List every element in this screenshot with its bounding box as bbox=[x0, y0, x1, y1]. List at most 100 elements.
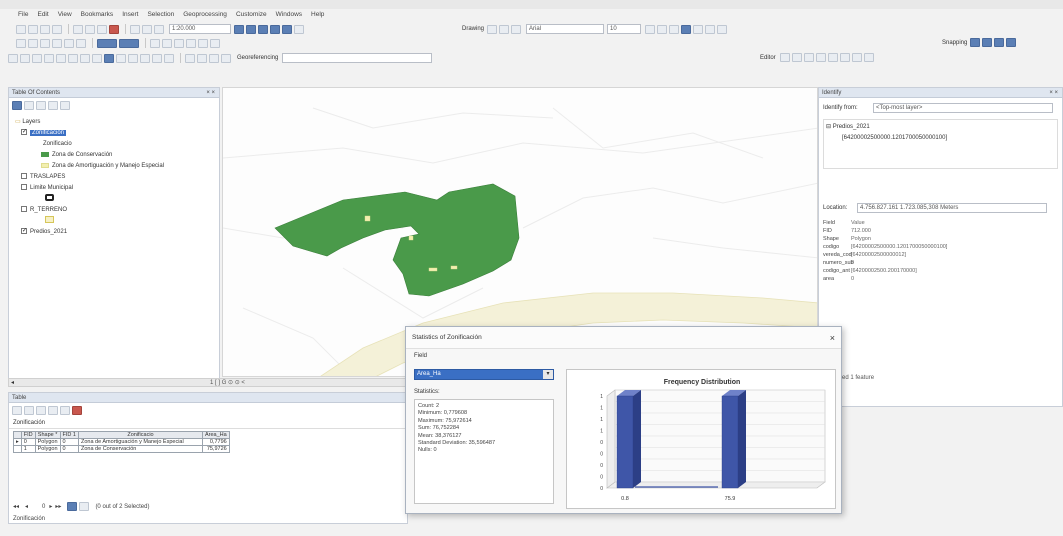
add-data-icon[interactable] bbox=[154, 24, 164, 34]
globe-icon[interactable] bbox=[44, 53, 54, 63]
layer-visibility-checkbox[interactable] bbox=[21, 184, 27, 191]
layer-name[interactable]: Limite Municipal bbox=[30, 185, 73, 191]
python-icon[interactable] bbox=[294, 24, 304, 34]
layer-name-selected[interactable]: Zonificación bbox=[30, 130, 67, 136]
identify-tool-icon[interactable] bbox=[186, 38, 196, 48]
edit-tool-icon[interactable] bbox=[185, 53, 195, 63]
tree-root-label[interactable]: Predios_2021 bbox=[833, 124, 870, 130]
select-by-attributes-icon[interactable] bbox=[36, 406, 46, 415]
row-selector[interactable]: ▸ bbox=[13, 438, 22, 446]
menu-geoprocessing[interactable]: Geoprocessing bbox=[183, 11, 227, 18]
redo-icon[interactable] bbox=[142, 24, 152, 34]
catalog-icon[interactable] bbox=[258, 24, 268, 34]
menu-selection[interactable]: Selection bbox=[147, 11, 174, 18]
marker-color-icon[interactable] bbox=[717, 24, 728, 34]
text-icon[interactable] bbox=[511, 24, 522, 34]
tree-child-label[interactable]: [64200002500000.1201700050000100] bbox=[842, 135, 947, 141]
conservation-zone-polygon[interactable] bbox=[274, 183, 520, 297]
point-snap-icon[interactable] bbox=[970, 38, 981, 47]
attribute-row[interactable]: area 0 bbox=[823, 275, 1058, 283]
find-icon[interactable] bbox=[198, 38, 208, 48]
toc-layer-zonificacion[interactable]: Zonificación bbox=[15, 128, 219, 139]
tree-root[interactable]: ⊟ Predios_2021 bbox=[826, 122, 1055, 133]
select-elements-icon[interactable] bbox=[487, 24, 498, 34]
layer-visibility-checkbox[interactable] bbox=[21, 206, 27, 213]
select-elements-icon-2[interactable] bbox=[174, 38, 184, 48]
attribute-row[interactable]: codigo_ant [64200002500.200170000] bbox=[823, 267, 1058, 275]
menu-customize[interactable]: Customize bbox=[236, 11, 267, 18]
zoom-out-icon[interactable] bbox=[28, 38, 38, 48]
info-icon[interactable] bbox=[104, 53, 114, 63]
attribute-row[interactable]: Shape Polygon bbox=[823, 235, 1058, 243]
attribute-row[interactable]: vereda_cod [64200002500000012] bbox=[823, 251, 1058, 259]
chevron-down-icon[interactable]: ▾ bbox=[543, 370, 553, 379]
trace-icon[interactable] bbox=[803, 53, 814, 62]
search-icon[interactable] bbox=[270, 24, 280, 34]
layer-name[interactable]: R_TERRENO bbox=[30, 207, 67, 213]
new-icon[interactable] bbox=[16, 24, 26, 34]
tree-child[interactable]: [64200002500000.1201700050000100] bbox=[826, 133, 1055, 144]
cut-icon[interactable] bbox=[73, 24, 83, 34]
toc-layer-predios[interactable]: Predios_2021 bbox=[15, 227, 219, 238]
layer-name[interactable]: Predios_2021 bbox=[30, 229, 67, 235]
attributes-icon[interactable] bbox=[839, 53, 850, 62]
sketch-icon[interactable] bbox=[197, 53, 207, 63]
identify-from-select[interactable]: <Top-most layer> bbox=[873, 103, 1053, 113]
find-tool-icon[interactable] bbox=[116, 53, 126, 63]
split-icon[interactable] bbox=[815, 53, 826, 62]
column-header[interactable]: Area_Ha bbox=[201, 431, 230, 439]
prev-record-icon[interactable]: ◂ bbox=[25, 503, 28, 510]
underline-icon[interactable] bbox=[669, 24, 680, 34]
clear-selection-icon[interactable] bbox=[162, 38, 172, 48]
last-record-icon[interactable]: ▸▸ bbox=[55, 503, 61, 510]
layer-visibility-checkbox[interactable] bbox=[21, 173, 27, 180]
related-tables-icon[interactable] bbox=[24, 406, 34, 415]
toc-layer-traslapes[interactable]: TRASLAPES bbox=[15, 172, 219, 183]
create-features-icon[interactable] bbox=[863, 53, 874, 62]
print-icon[interactable] bbox=[52, 24, 62, 34]
toc-options-icon[interactable] bbox=[60, 101, 70, 110]
map-horizontal-scrollbar[interactable]: ◂ 1 [ ] G ⊙ ⊙ < bbox=[8, 378, 408, 387]
column-header[interactable]: Shape * bbox=[34, 431, 61, 439]
italic-icon[interactable] bbox=[657, 24, 668, 34]
route-icon[interactable] bbox=[210, 38, 220, 48]
html-popup-icon[interactable] bbox=[152, 53, 162, 63]
edge-snap-icon[interactable] bbox=[1006, 38, 1017, 47]
delete-icon[interactable] bbox=[109, 24, 119, 34]
menu-bookmarks[interactable]: Bookmarks bbox=[81, 11, 114, 18]
scale-combo[interactable]: 1:20.000 bbox=[169, 24, 231, 34]
extent-icon[interactable] bbox=[56, 53, 66, 63]
paste-icon[interactable] bbox=[97, 24, 107, 34]
layout-view-icon[interactable] bbox=[97, 38, 117, 48]
attribute-row[interactable]: FID 712.000 bbox=[823, 227, 1058, 235]
show-selected-records-icon[interactable] bbox=[79, 502, 90, 511]
time-slider-icon[interactable] bbox=[164, 53, 174, 63]
drawing-label[interactable]: Drawing bbox=[462, 26, 484, 32]
vertex-snap-icon[interactable] bbox=[994, 38, 1005, 47]
arctoolbox-icon[interactable] bbox=[282, 24, 292, 34]
next-record-icon[interactable]: ▸ bbox=[49, 503, 52, 510]
menu-help[interactable]: Help bbox=[311, 11, 324, 18]
list-by-source-icon[interactable] bbox=[24, 101, 34, 110]
first-record-icon[interactable]: ◂◂ bbox=[13, 503, 19, 510]
zoom-out-tool-icon[interactable] bbox=[20, 53, 30, 63]
layer-name[interactable]: TRASLAPES bbox=[30, 174, 65, 180]
back-icon[interactable] bbox=[68, 53, 78, 63]
font-color-icon[interactable] bbox=[681, 24, 692, 34]
menu-windows[interactable]: Windows bbox=[276, 11, 302, 18]
forward-icon[interactable] bbox=[80, 53, 90, 63]
open-icon[interactable] bbox=[28, 24, 38, 34]
current-record[interactable]: 0 bbox=[42, 504, 45, 510]
location-field[interactable]: 4.756.827.161 1.723.085,308 Meters bbox=[857, 203, 1047, 213]
full-extent-icon[interactable] bbox=[52, 38, 62, 48]
clear-selection-table-icon[interactable] bbox=[60, 406, 70, 415]
layer-visibility-checkbox[interactable] bbox=[21, 228, 27, 235]
toc-close-icon[interactable]: × × bbox=[206, 88, 215, 98]
fill-color-icon[interactable] bbox=[693, 24, 704, 34]
cut-polygons-icon[interactable] bbox=[221, 53, 231, 63]
rotate-icon[interactable] bbox=[827, 53, 838, 62]
table-row[interactable]: ▸ 0 Polygon 0 Zona de Amortiguación y Ma… bbox=[13, 438, 230, 446]
undo-icon[interactable] bbox=[130, 24, 140, 34]
statistics-close-icon[interactable]: × bbox=[830, 333, 835, 343]
zoom-icon[interactable] bbox=[8, 53, 18, 63]
